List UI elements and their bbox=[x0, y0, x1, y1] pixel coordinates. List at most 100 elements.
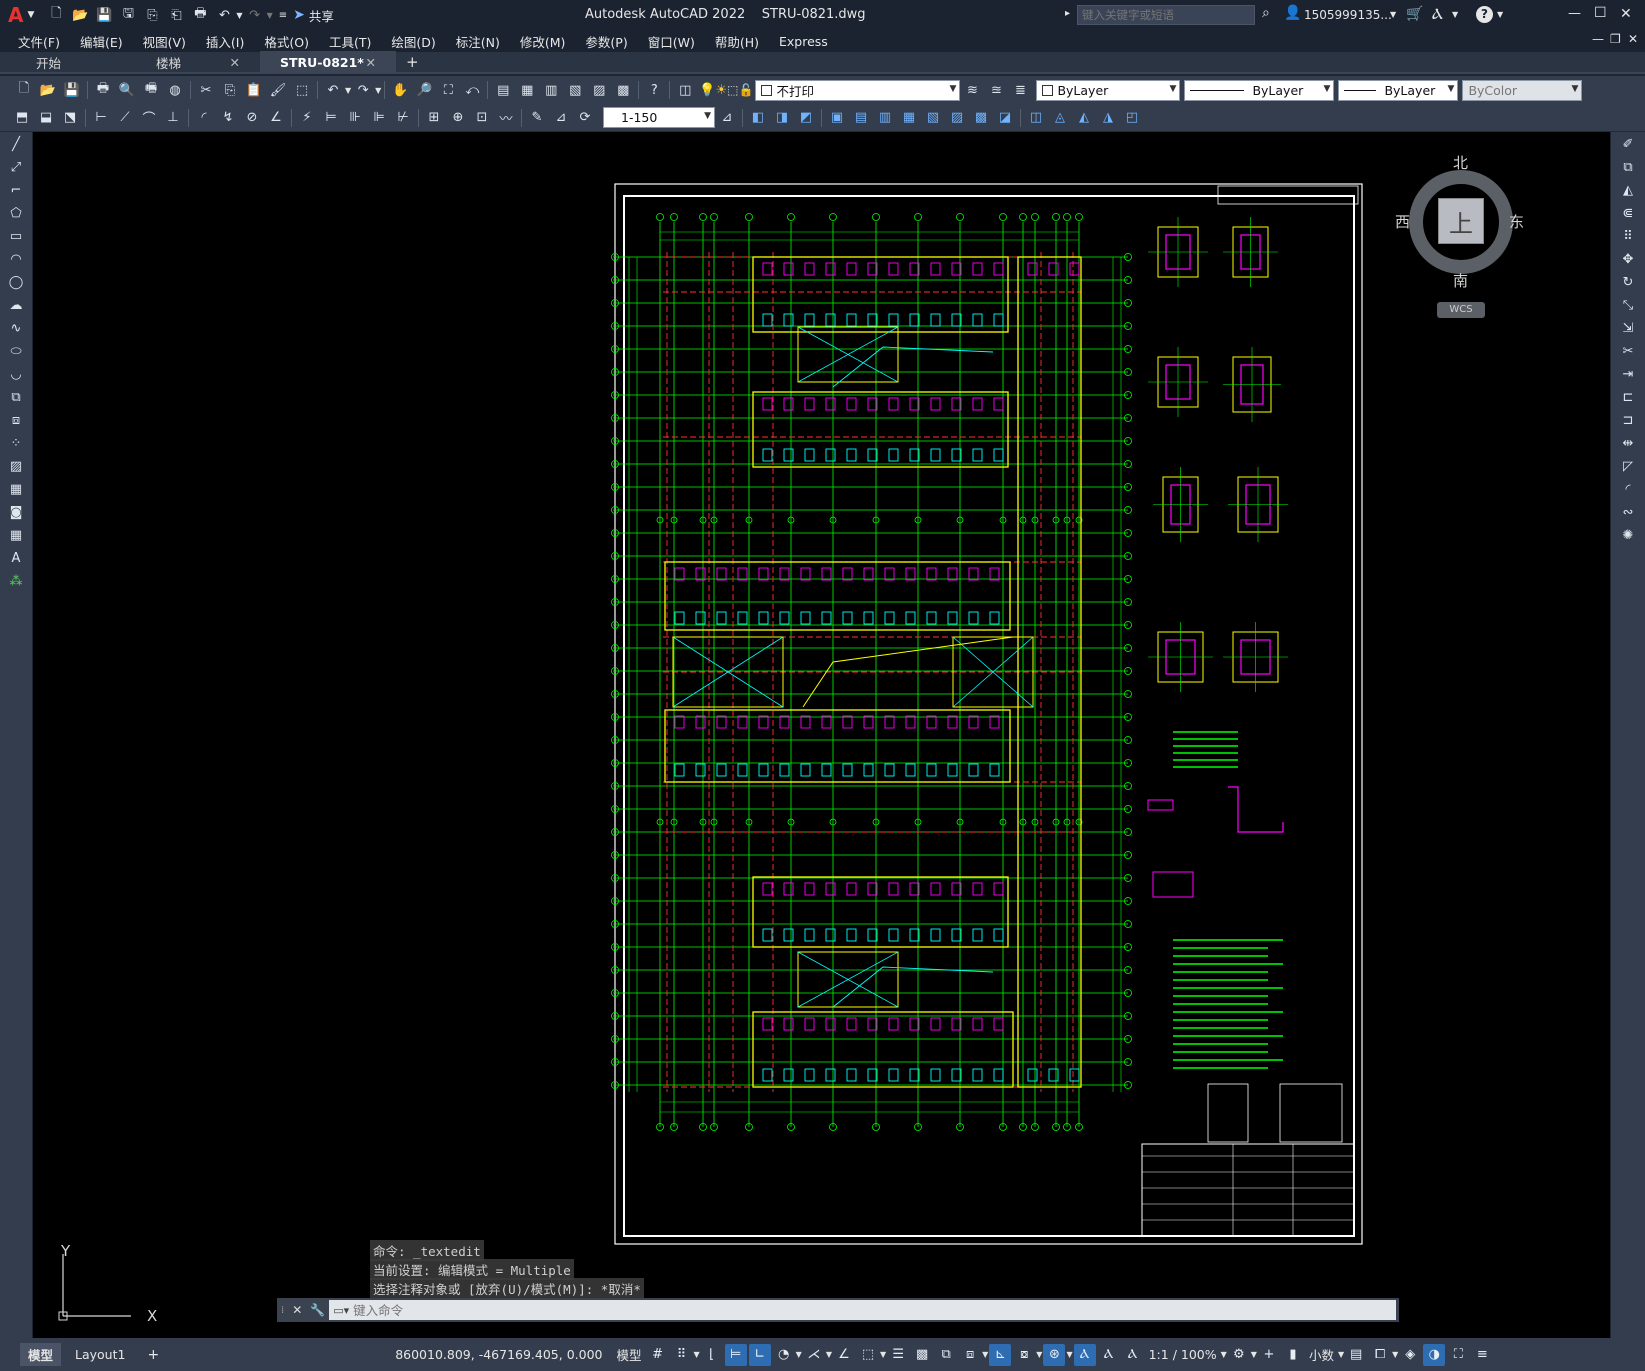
rotate-icon[interactable]: ↻ bbox=[1617, 271, 1639, 293]
cut-icon[interactable]: ✂ bbox=[196, 80, 216, 100]
share-icon[interactable]: ➤ bbox=[293, 7, 305, 23]
erase-icon[interactable]: ✐ bbox=[1617, 133, 1639, 155]
save-icon[interactable]: 💾 bbox=[62, 80, 82, 100]
plotstyle-dropdown[interactable]: ByColor ▼ bbox=[1462, 79, 1583, 101]
app-menu-dropdown-icon[interactable]: ▼ bbox=[27, 10, 34, 20]
table-icon[interactable]: ▦ bbox=[5, 524, 27, 546]
help-dropdown-icon[interactable]: ▼ bbox=[1497, 10, 1503, 19]
tool-palettes-icon[interactable]: ▥ bbox=[541, 80, 561, 100]
iso-dropdown-icon[interactable]: ▼ bbox=[826, 1350, 832, 1359]
menu-help[interactable]: 帮助(H) bbox=[705, 32, 769, 51]
blend-curves-icon[interactable]: ∾ bbox=[1617, 501, 1639, 523]
redo-dropdown-icon[interactable]: ▼ bbox=[375, 86, 381, 95]
tab-stairs[interactable]: 楼梯 ✕ bbox=[136, 51, 260, 73]
chamfer-icon[interactable]: ◸ bbox=[1617, 455, 1639, 477]
rotate-faces-icon[interactable]: ▧ bbox=[923, 108, 943, 128]
minimize-button[interactable]: — bbox=[1568, 6, 1581, 21]
user-account[interactable]: 1505999135... bbox=[1304, 8, 1392, 22]
pan-icon[interactable]: ✋ bbox=[390, 80, 410, 100]
filter-dropdown-icon[interactable]: ▼ bbox=[1036, 1350, 1042, 1359]
linear-dim-icon[interactable]: ⊢ bbox=[91, 108, 111, 128]
undo-icon[interactable]: ↶ bbox=[214, 5, 234, 25]
subtract-icon[interactable]: ◨ bbox=[772, 108, 792, 128]
save-as-icon[interactable]: 🖫 bbox=[118, 5, 138, 25]
layer-freeze-icon[interactable]: ☀ bbox=[716, 83, 728, 98]
close-tab-icon[interactable]: ✕ bbox=[366, 55, 376, 70]
spline-icon[interactable]: ∿ bbox=[5, 317, 27, 339]
circle-icon[interactable]: ◯ bbox=[5, 271, 27, 293]
dim-style-icon[interactable]: ⊿ bbox=[717, 108, 737, 128]
layer-properties-icon[interactable]: ◫ bbox=[675, 80, 695, 100]
lineweight-icon[interactable]: ☰ bbox=[887, 1344, 909, 1366]
autocad-logo[interactable]: A bbox=[8, 3, 23, 27]
selection-cycling-icon[interactable]: ⧉ bbox=[935, 1344, 957, 1366]
menu-dimension[interactable]: 标注(N) bbox=[446, 32, 510, 51]
3dosnap-dropdown-icon[interactable]: ▼ bbox=[982, 1350, 988, 1359]
wcs-menu[interactable]: WCS bbox=[1437, 302, 1485, 318]
layer-on-icon[interactable]: 💡 bbox=[699, 83, 715, 98]
undo-icon[interactable]: ↶ bbox=[323, 80, 343, 100]
scale-dropdown-icon[interactable]: ▼ bbox=[1221, 1350, 1227, 1359]
baseline-dim-icon[interactable]: ⊨ bbox=[321, 108, 341, 128]
join-icon[interactable]: ⇹ bbox=[1617, 432, 1639, 454]
ortho-icon[interactable]: ∟ bbox=[748, 1343, 771, 1366]
a360-dropdown-icon[interactable]: ▼ bbox=[1452, 10, 1458, 19]
properties-icon[interactable]: ▤ bbox=[493, 80, 513, 100]
close-cmd-icon[interactable]: ✕ bbox=[292, 1303, 302, 1317]
offset-faces-icon[interactable]: ▥ bbox=[875, 108, 895, 128]
scale-icon[interactable]: ⤡ bbox=[1617, 294, 1639, 316]
taper-faces-icon[interactable]: ▨ bbox=[947, 108, 967, 128]
isolate-objects-icon[interactable]: ◈ bbox=[1399, 1344, 1421, 1366]
open-icon[interactable]: 📂 bbox=[38, 80, 58, 100]
explode-icon[interactable]: ✺ bbox=[1617, 524, 1639, 546]
imprint-icon[interactable]: ◫ bbox=[1026, 108, 1046, 128]
tolerance-icon[interactable]: ⊞ bbox=[424, 108, 444, 128]
grip-icon[interactable]: ⁞ bbox=[281, 1305, 284, 1316]
array-icon[interactable]: ⠿ bbox=[1617, 225, 1639, 247]
insert-block-icon[interactable]: ⧉ bbox=[5, 386, 27, 408]
plot-icon[interactable]: 🖶 bbox=[93, 80, 113, 100]
break-at-point-icon[interactable]: ⊏ bbox=[1617, 386, 1639, 408]
plot-preview-icon[interactable]: 🔍 bbox=[117, 80, 137, 100]
drawing-canvas[interactable]: 上 北 南 西 东 WCS Y X 命令: _textedit 当前设置: 编辑… bbox=[33, 132, 1610, 1338]
search-icon[interactable]: ⌕ bbox=[1262, 5, 1270, 21]
layer-viewport-icon[interactable]: ⬚ bbox=[727, 83, 738, 97]
save-icon[interactable]: 💾 bbox=[94, 5, 114, 25]
add-layout-button[interactable]: + bbox=[147, 1347, 159, 1363]
3d-print-icon[interactable]: ◍ bbox=[165, 80, 185, 100]
command-input[interactable] bbox=[353, 1301, 1396, 1319]
auto-scale-icon[interactable]: Ⲁ bbox=[1098, 1344, 1120, 1366]
radius-dim-icon[interactable]: ◜ bbox=[194, 108, 214, 128]
undo-dropdown-icon[interactable]: ▼ bbox=[345, 86, 351, 95]
ellipse-arc-icon[interactable]: ◡ bbox=[5, 363, 27, 385]
menu-draw[interactable]: 绘图(D) bbox=[381, 32, 445, 51]
continue-dim-icon[interactable]: ⊪ bbox=[345, 108, 365, 128]
gizmo-dropdown-icon[interactable]: ▼ bbox=[1066, 1350, 1072, 1359]
isometric-icon[interactable]: ⋌ bbox=[803, 1344, 825, 1366]
markup-icon[interactable]: ▨ bbox=[589, 80, 609, 100]
dim-update-icon[interactable]: ⟳ bbox=[575, 108, 595, 128]
construction-line-icon[interactable]: ⤢ bbox=[5, 156, 27, 178]
compass-west[interactable]: 西 bbox=[1395, 211, 1410, 232]
color-faces-icon[interactable]: ◪ bbox=[995, 108, 1015, 128]
open-file-icon[interactable]: 📂 bbox=[70, 5, 90, 25]
clean-screen-icon[interactable]: ⛶ bbox=[1447, 1344, 1469, 1366]
clean-icon[interactable]: ◬ bbox=[1050, 108, 1070, 128]
layer-iso-icon[interactable]: ⬔ bbox=[60, 108, 80, 128]
menu-file[interactable]: 文件(F) bbox=[8, 32, 70, 51]
make-current-layer-icon[interactable]: ≋ bbox=[962, 80, 982, 100]
extrude-faces-icon[interactable]: ▣ bbox=[827, 108, 847, 128]
qnew-icon[interactable]: 🗋 bbox=[14, 80, 34, 100]
workspace-switch-icon[interactable]: ⚙ bbox=[1228, 1344, 1250, 1366]
redo-icon[interactable]: ↷ bbox=[245, 5, 265, 25]
object-snap-tracking-icon[interactable]: ∠ bbox=[833, 1344, 855, 1366]
open-web-icon[interactable]: ⎘ bbox=[142, 5, 162, 25]
object-snap-icon[interactable]: ⬚ bbox=[857, 1344, 879, 1366]
shell-icon[interactable]: ◮ bbox=[1098, 108, 1118, 128]
dimedit-icon[interactable]: ✎ bbox=[527, 108, 547, 128]
redo-dropdown-icon[interactable]: ▼ bbox=[267, 11, 273, 20]
command-input-box[interactable]: ▭▾ bbox=[329, 1300, 1396, 1320]
arc-icon[interactable]: ◠ bbox=[5, 248, 27, 270]
linetype-dropdown[interactable]: ByLayer ▼ bbox=[1184, 79, 1335, 101]
doc-restore-button[interactable]: ❐ bbox=[1610, 32, 1621, 46]
